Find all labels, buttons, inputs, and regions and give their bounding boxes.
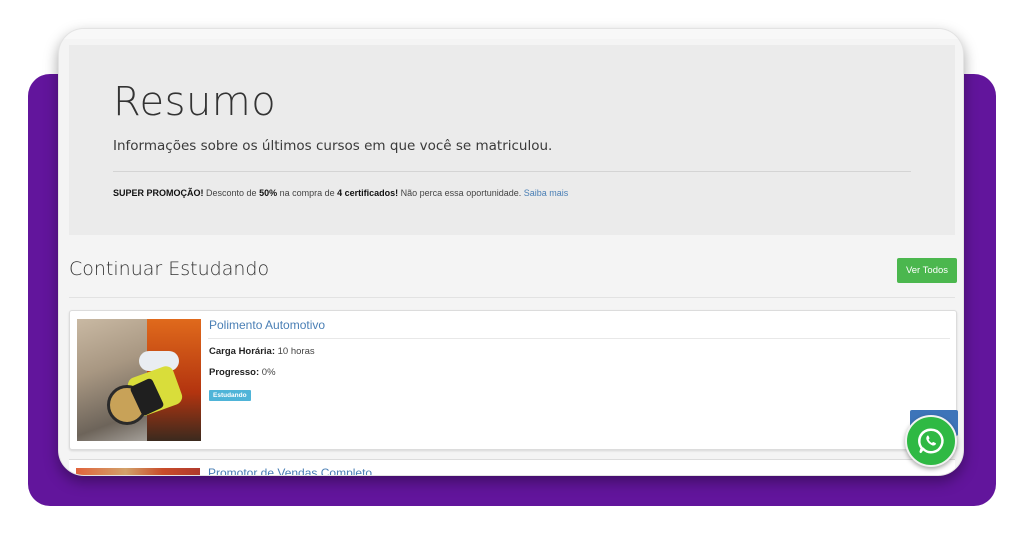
summary-jumbotron: Resumo Informações sobre os últimos curs… — [69, 45, 955, 235]
card-divider — [208, 338, 950, 339]
promo-label: SUPER PROMOÇÃO! — [113, 188, 204, 198]
course-card: Promotor de Vendas Completo — [69, 459, 955, 475]
promo-text-2: na compra de — [277, 188, 338, 198]
divider — [113, 171, 911, 172]
promo-discount: 50% — [259, 188, 278, 198]
course-title-link[interactable]: Promotor de Vendas Completo — [208, 466, 372, 475]
promo-quantity: 4 certificados! — [337, 188, 399, 198]
course-card: Polimento Automotivo Carga Horária: 10 h… — [69, 310, 958, 450]
promo-more-link[interactable]: Saiba mais — [524, 188, 569, 198]
section-divider — [69, 297, 955, 298]
whatsapp-icon — [918, 428, 944, 454]
course-progress: Progresso: 0% — [209, 367, 276, 378]
course-thumbnail[interactable] — [76, 468, 200, 475]
page-subtitle: Informações sobre os últimos cursos em q… — [113, 138, 553, 154]
page-title: Resumo — [113, 79, 277, 125]
status-badge: Estudando — [209, 390, 251, 401]
course-workload: Carga Horária: 10 horas — [209, 346, 315, 357]
workload-value: 10 horas — [275, 346, 315, 357]
progress-label: Progresso: — [209, 367, 260, 378]
view-all-button[interactable]: Ver Todos — [897, 258, 957, 283]
top-strip — [59, 29, 963, 39]
browser-frame: Resumo Informações sobre os últimos curs… — [58, 28, 964, 476]
course-thumbnail[interactable] — [77, 319, 201, 441]
progress-value: 0% — [259, 367, 276, 378]
section-title: Continuar Estudando — [69, 258, 270, 280]
promo-text-3: Não perca essa oportunidade. — [398, 188, 524, 198]
workload-label: Carga Horária: — [209, 346, 275, 357]
promo-banner: SUPER PROMOÇÃO! Desconto de 50% na compr… — [113, 188, 568, 198]
whatsapp-button[interactable] — [905, 415, 957, 467]
promo-text-1: Desconto de — [203, 188, 260, 198]
course-title-link[interactable]: Polimento Automotivo — [209, 318, 325, 332]
